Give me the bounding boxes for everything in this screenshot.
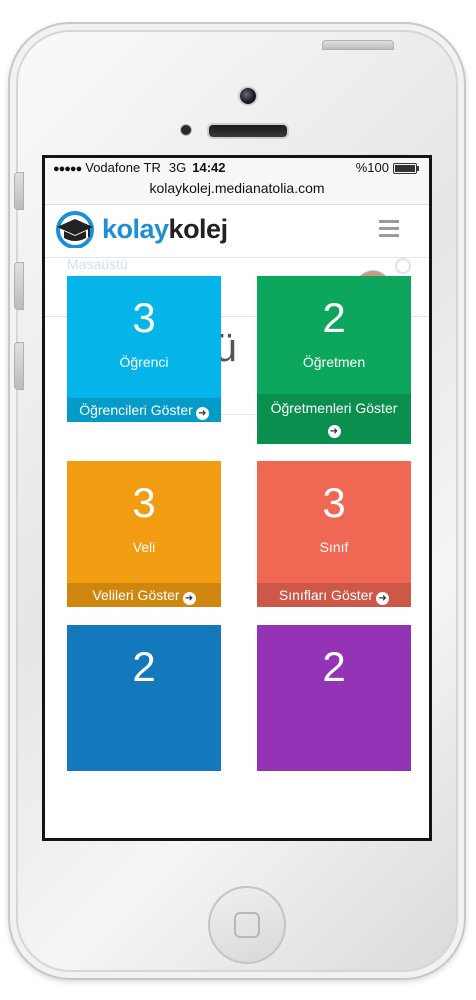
link-label: Sınıfları Göster	[278, 587, 374, 603]
battery-icon	[393, 163, 419, 174]
menu-icon[interactable]	[379, 220, 399, 238]
tile-label: Veli	[132, 539, 156, 555]
network-type: 3G	[168, 160, 187, 175]
tile-label: Öğrenci	[119, 354, 169, 370]
link-label: Velileri Göster	[92, 587, 180, 603]
clock: 14:42	[192, 160, 226, 175]
show-parents-link[interactable]: Velileri Göster ➜	[67, 583, 221, 607]
tile-label: Sınıf	[319, 539, 349, 555]
tile-sinif[interactable]: 3 Sınıf Sınıfları Göster ➜	[257, 461, 411, 607]
graduation-cap-icon	[56, 211, 94, 248]
show-teachers-link[interactable]: Öğretmenleri Göster ➜	[257, 394, 411, 444]
tile-veli[interactable]: 3 Veli Velileri Göster ➜	[67, 461, 221, 607]
volume-up-button	[14, 262, 24, 310]
tile-ogretmen[interactable]: 2 Öğretmen Öğretmenleri Göster ➜	[257, 276, 411, 444]
display: ●●●●● Vodafone TR 3G 14:42 %100 kolaykolej.…	[45, 158, 429, 838]
arrow-circle-right-icon: ➜	[182, 592, 196, 605]
url-text: kolaykolej.medianatolia.com	[149, 180, 325, 196]
proximity-sensor	[180, 124, 192, 136]
silent-switch	[14, 172, 24, 210]
search-icon[interactable]	[395, 258, 411, 274]
phone-screen: ●●●●● Vodafone TR 3G 14:42 %100 kolaykolej.…	[42, 155, 432, 841]
show-classes-link[interactable]: Sınıfları Göster ➜	[257, 583, 411, 607]
signal-strength: ●●●●●	[53, 163, 82, 175]
tile-count: 3	[132, 294, 156, 341]
menu-line	[379, 227, 399, 230]
link-label: Öğretmenleri Göster	[270, 400, 398, 416]
menu-line	[379, 220, 399, 223]
tile-count: 3	[132, 479, 156, 526]
address-bar[interactable]: kolaykolej.medianatolia.com	[45, 176, 429, 205]
menu-line	[379, 234, 399, 237]
show-students-link[interactable]: Öğrencileri Göster ➜	[67, 398, 221, 422]
earpiece-speaker	[207, 123, 289, 139]
volume-down-button	[14, 342, 24, 390]
tile-count: 2	[322, 643, 346, 690]
tile-6[interactable]: 2	[257, 625, 411, 771]
status-bar: ●●●●● Vodafone TR 3G 14:42 %100	[45, 158, 429, 176]
logo[interactable]: kolaykolej	[102, 214, 228, 245]
logo-word-kolay: kolay	[102, 214, 169, 244]
carrier-name: Vodafone TR	[85, 160, 161, 175]
home-button-icon	[234, 912, 260, 938]
power-button	[322, 40, 394, 50]
tile-count: 2	[132, 643, 156, 690]
arrow-circle-right-icon: ➜	[195, 407, 209, 420]
link-label: Öğrencileri Göster	[79, 402, 193, 418]
arrow-circle-right-icon: ➜	[327, 425, 341, 438]
front-camera	[238, 86, 258, 106]
tile-label: Öğretmen	[302, 354, 366, 370]
tile-ogrenci[interactable]: 3 Öğrenci Öğrencileri Göster ➜	[67, 276, 221, 422]
tile-5[interactable]: 2	[67, 625, 221, 771]
battery-percent: %100	[355, 160, 389, 175]
tile-count: 3	[322, 479, 346, 526]
home-button	[208, 886, 286, 964]
logo-word-kolej: kolej	[168, 214, 229, 244]
arrow-circle-right-icon: ➜	[376, 592, 390, 605]
app-header: kolaykolej	[45, 205, 429, 258]
breadcrumb: Masaüstü	[67, 256, 128, 272]
tile-count: 2	[322, 294, 346, 341]
